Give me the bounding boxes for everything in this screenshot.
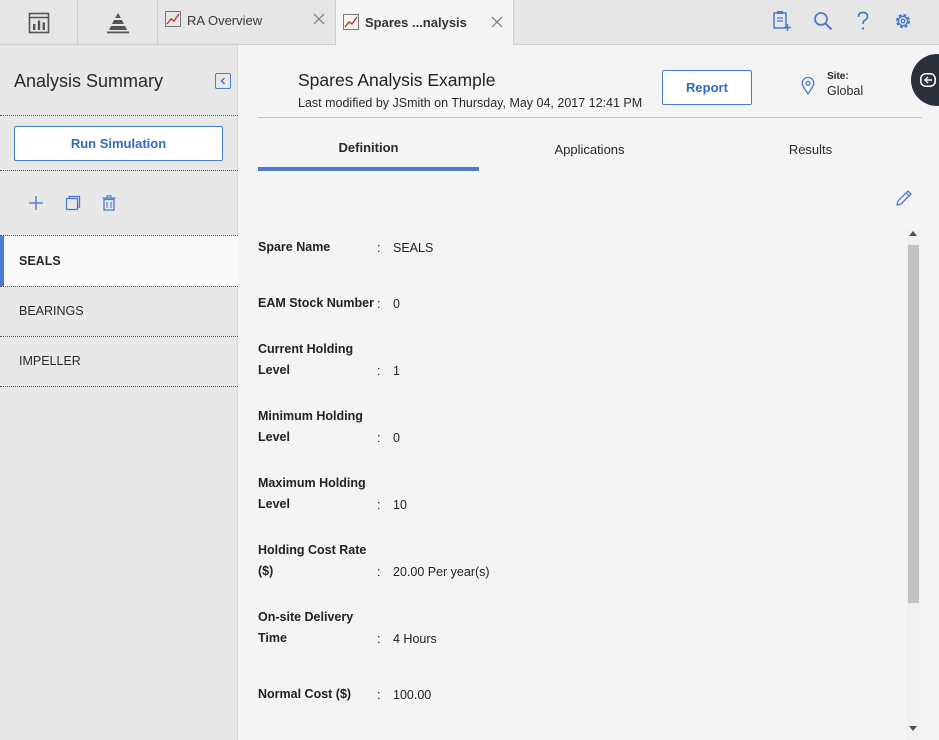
top-bar: RA Overview Spares ...nalysis [0, 0, 939, 46]
asset-pyramid-icon [106, 12, 129, 33]
site-value: Global [827, 84, 864, 98]
tab-results[interactable]: Results [700, 127, 921, 171]
run-simulation-button[interactable]: Run Simulation [14, 126, 223, 161]
dashboard-icon [28, 12, 49, 33]
copy-icon [65, 195, 81, 211]
chart-line-icon [343, 14, 359, 30]
divider [0, 170, 238, 171]
label-line: Minimum Holding [258, 409, 363, 423]
close-icon[interactable] [313, 13, 325, 25]
field-colon: : [377, 241, 381, 255]
field-value-on-site-delivery-time: 4 Hours [393, 632, 437, 646]
collapse-sidebar-button[interactable] [215, 73, 231, 89]
field-label-minimum-holding-level: Minimum Holding Level [258, 406, 378, 448]
add-document-icon [773, 11, 791, 31]
tab-label: Spares ...nalysis [365, 15, 467, 30]
label-line: Level [258, 497, 290, 511]
analysis-sidebar: Analysis Summary Run Simulation SEALS BE… [0, 45, 239, 740]
divider [0, 386, 238, 387]
edit-pencil-icon[interactable] [895, 189, 913, 207]
field-colon: : [377, 565, 381, 579]
field-label-spare-name: Spare Name [258, 237, 378, 258]
label-line: Time [258, 631, 287, 645]
close-icon[interactable] [491, 16, 503, 28]
field-label-normal-cost: Normal Cost ($) [258, 684, 378, 705]
field-value-minimum-holding-level: 0 [393, 431, 400, 445]
tab-label: RA Overview [187, 13, 263, 28]
label-line: Current Holding [258, 342, 354, 356]
asset-strategy-button[interactable] [78, 0, 158, 45]
search-button[interactable] [812, 10, 834, 32]
page-title: Spares Analysis Example [298, 70, 496, 90]
scrollbar-thumb[interactable] [908, 245, 919, 603]
panel-toggle-icon [920, 73, 936, 87]
field-label-holding-cost-rate: Holding Cost Rate ($) [258, 540, 378, 582]
dock-panel-button[interactable] [911, 54, 939, 106]
label-line: Normal Cost ($) [258, 687, 352, 701]
plus-icon [29, 196, 43, 210]
help-button[interactable] [852, 10, 874, 32]
sidebar-item-bearings[interactable]: BEARINGS [0, 286, 238, 336]
scroll-up-arrow-icon[interactable] [909, 231, 917, 236]
field-value-maximum-holding-level: 10 [393, 498, 407, 512]
field-colon: : [377, 498, 381, 512]
field-label-eam-stock-number: EAM Stock Number [258, 293, 378, 314]
field-colon: : [377, 632, 381, 646]
field-value-normal-cost: 100.00 [393, 688, 432, 702]
field-label-maximum-holding-level: Maximum Holding Level [258, 473, 378, 515]
add-document-button[interactable] [771, 10, 793, 32]
label-line: Holding Cost Rate [258, 543, 367, 557]
help-icon [857, 11, 869, 30]
field-colon: : [377, 688, 381, 702]
label-line: Maximum Holding [258, 476, 366, 490]
header-divider [258, 117, 922, 118]
main-panel: Spares Analysis Example Last modified by… [238, 45, 939, 740]
label-line: EAM Stock Number [258, 296, 374, 310]
label-line: On-site Delivery [258, 610, 354, 624]
search-icon [814, 12, 833, 31]
field-value-spare-name: SEALS [393, 241, 434, 255]
field-value-holding-cost-rate: 20.00 Per year(s) [393, 565, 490, 579]
field-label-current-holding-level: Current Holding Level [258, 339, 378, 381]
settings-button[interactable] [892, 10, 914, 32]
trash-icon [102, 195, 116, 211]
chevron-left-icon [220, 77, 226, 85]
report-button[interactable]: Report [662, 70, 752, 105]
dashboard-button[interactable] [0, 0, 78, 45]
delete-spare-button[interactable] [100, 194, 118, 212]
location-pin-icon [801, 77, 815, 95]
tab-definition[interactable]: Definition [258, 127, 479, 171]
tab-spares-analysis[interactable]: Spares ...nalysis [336, 0, 514, 46]
sidebar-title: Analysis Summary [14, 71, 164, 91]
field-label-on-site-delivery-time: On-site Delivery Time [258, 607, 378, 649]
field-colon: : [377, 364, 381, 378]
label-line: ($) [258, 564, 274, 578]
field-value-current-holding-level: 1 [393, 364, 400, 378]
chart-line-icon [165, 11, 181, 27]
copy-spare-button[interactable] [64, 194, 82, 212]
site-label: Site: [827, 71, 849, 82]
add-spare-button[interactable] [27, 194, 45, 212]
field-colon: : [377, 431, 381, 445]
sidebar-item-impeller[interactable]: IMPELLER [0, 336, 238, 386]
tab-applications[interactable]: Applications [479, 127, 700, 171]
label-line: Level [258, 430, 290, 444]
divider [0, 115, 238, 116]
label-line: Level [258, 363, 290, 377]
sidebar-item-seals[interactable]: SEALS [0, 236, 239, 286]
tab-ra-overview[interactable]: RA Overview [158, 0, 336, 45]
label-line: Spare Name [258, 240, 331, 254]
last-modified-text: Last modified by JSmith on Thursday, May… [298, 96, 643, 110]
detail-tabs: Definition Applications Results [258, 127, 922, 171]
app-root: RA Overview Spares ...nalysis Analysis S… [0, 0, 939, 740]
field-value-eam-stock-number: 0 [393, 297, 400, 311]
scroll-down-arrow-icon[interactable] [909, 726, 917, 731]
gear-icon [895, 13, 911, 29]
field-colon: : [377, 297, 381, 311]
